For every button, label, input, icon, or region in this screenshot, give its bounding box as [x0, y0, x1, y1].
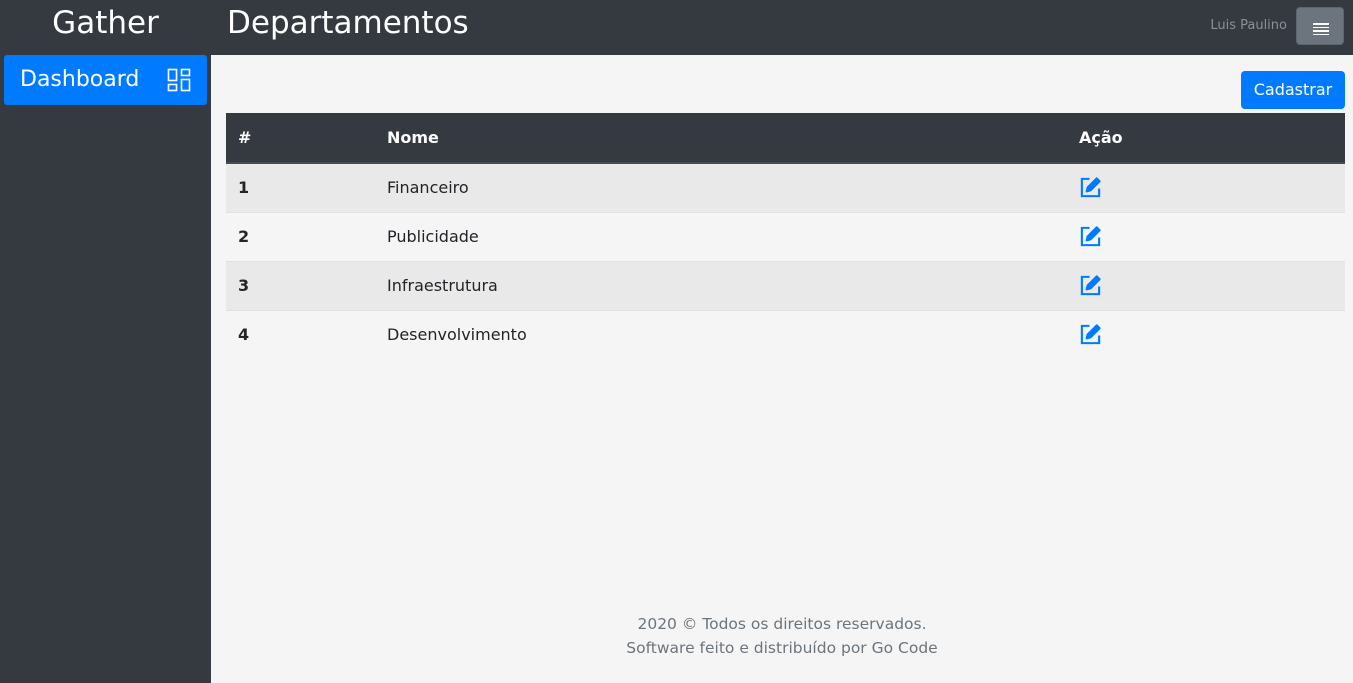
- row-index: 2: [226, 211, 375, 261]
- dashboard-icon: [167, 68, 191, 92]
- footer-credits: Software feito e distribuído por Go Code: [626, 639, 938, 657]
- page-title: Departamentos: [227, 5, 469, 41]
- sidebar-item-label: Dashboard: [20, 67, 140, 92]
- row-name: Financeiro: [375, 162, 1067, 212]
- top-navbar: Gather Departamentos Luis Paulino: [0, 0, 1353, 55]
- main-content: Cadastrar # Nome Ação 1 Financeiro 2 Pub…: [211, 55, 1353, 683]
- hamburger-icon: [1313, 23, 1329, 35]
- row-index: 4: [226, 309, 375, 359]
- edit-icon[interactable]: [1079, 225, 1102, 248]
- row-index: 3: [226, 260, 375, 310]
- edit-icon[interactable]: [1079, 323, 1102, 346]
- app-brand[interactable]: Gather: [0, 0, 211, 46]
- row-action: [1067, 309, 1345, 359]
- table-row: 2 Publicidade: [226, 211, 1345, 261]
- row-action: [1067, 162, 1345, 212]
- column-header-action: Ação: [1067, 113, 1345, 164]
- row-action: [1067, 260, 1345, 310]
- edit-icon[interactable]: [1079, 176, 1102, 199]
- table-header-row: # Nome Ação: [226, 113, 1345, 164]
- table-row: 1 Financeiro: [226, 162, 1345, 212]
- user-name[interactable]: Luis Paulino: [1210, 17, 1287, 35]
- row-name: Desenvolvimento: [375, 309, 1067, 359]
- row-name: Infraestrutura: [375, 260, 1067, 310]
- sidebar: Dashboard: [0, 55, 211, 683]
- row-name: Publicidade: [375, 211, 1067, 261]
- column-header-index: #: [226, 113, 375, 164]
- sidebar-item-dashboard[interactable]: Dashboard: [4, 55, 207, 105]
- add-department-button[interactable]: Cadastrar: [1241, 71, 1345, 109]
- row-action: [1067, 211, 1345, 261]
- departments-table: # Nome Ação 1 Financeiro 2 Publicidade 3…: [226, 113, 1345, 359]
- edit-icon[interactable]: [1079, 274, 1102, 297]
- footer-copyright: 2020 © Todos os direitos reservados.: [637, 615, 927, 633]
- menu-toggle-button[interactable]: [1296, 7, 1344, 45]
- page-footer: 2020 © Todos os direitos reservados. Sof…: [211, 612, 1353, 660]
- row-index: 1: [226, 162, 375, 212]
- table-row: 4 Desenvolvimento: [226, 309, 1345, 359]
- column-header-name: Nome: [375, 113, 1067, 164]
- table-row: 3 Infraestrutura: [226, 260, 1345, 310]
